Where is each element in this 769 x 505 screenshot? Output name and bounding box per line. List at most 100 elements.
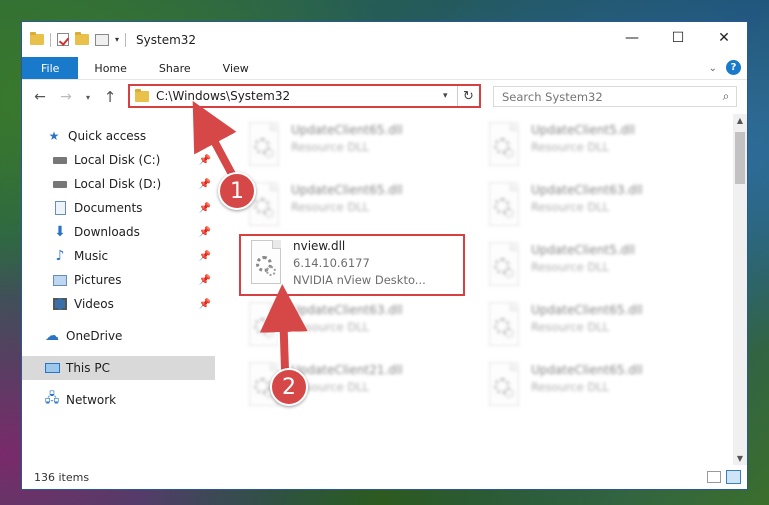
computer-icon [44, 361, 60, 375]
sidebar-item-label: OneDrive [66, 329, 123, 343]
ribbon-tabs: File Home Share View ⌄ ? [22, 57, 747, 80]
new-folder-icon[interactable] [75, 32, 89, 45]
back-arrow-icon[interactable]: ← [30, 89, 50, 105]
folder-icon [30, 32, 44, 45]
sidebar-item-label: Pictures [74, 273, 122, 287]
properties-check-icon[interactable] [57, 33, 69, 46]
file-item[interactable]: UpdateClient5.dll Resource DLL [479, 118, 705, 176]
pin-icon[interactable]: 📌 [199, 251, 211, 262]
sidebar-item-local-disk-c[interactable]: Local Disk (C:) 📌 [22, 148, 215, 172]
network-icon: 🖧 [44, 391, 60, 406]
pin-icon[interactable]: 📌 [199, 179, 211, 190]
sidebar-item-label: Network [66, 393, 117, 407]
sidebar-item-label: Quick access [68, 129, 147, 143]
file-item[interactable]: UpdateClient5.dll Resource DLL [479, 238, 705, 296]
pin-icon[interactable]: 📌 [199, 275, 211, 286]
file-explorer-window: ▾ System32 — ☐ ✕ File Home Share View ⌄ … [21, 21, 748, 490]
documents-icon [52, 201, 68, 215]
sidebar-item-pictures[interactable]: Pictures 📌 [22, 268, 215, 292]
sidebar-item-label: Music [74, 249, 109, 263]
file-item[interactable]: UpdateClient65.dll Resource DLL [239, 118, 465, 176]
up-arrow-icon[interactable]: ↑ [100, 88, 120, 106]
file-name: UpdateClient5.dll [531, 123, 635, 137]
sidebar-item-label: Documents [74, 201, 143, 215]
sidebar-item-label: Local Disk (D:) [74, 177, 162, 191]
item-count: 136 items [34, 470, 90, 484]
scroll-up-icon[interactable]: ▲ [733, 116, 747, 125]
sidebar-item-this-pc[interactable]: This PC [22, 356, 215, 380]
dll-file-icon [485, 122, 523, 170]
navigation-bar: ← → ▾ ↑ C:\Windows\System32 ▾ ↻ ⌕ [22, 80, 747, 114]
file-type: Resource DLL [291, 200, 370, 214]
sidebar-item-quick-access[interactable]: ★ Quick access [22, 124, 215, 148]
sidebar-item-documents[interactable]: Documents 📌 [22, 196, 215, 220]
pin-icon[interactable]: 📌 [199, 155, 211, 166]
file-name: UpdateClient5.dll [531, 243, 635, 257]
drive-icon [52, 153, 68, 167]
forward-arrow-icon[interactable]: → [56, 89, 76, 105]
file-type: Resource DLL [291, 320, 370, 334]
vertical-scrollbar[interactable]: ▲ ▼ [733, 114, 747, 465]
file-item[interactable]: UpdateClient63.dll Resource DLL [479, 178, 705, 236]
file-list: UpdateClient65.dll Resource DLL UpdateCli… [215, 114, 733, 465]
pin-icon[interactable]: 📌 [199, 299, 211, 310]
dll-file-icon [485, 362, 523, 410]
sidebar-item-videos[interactable]: Videos 📌 [22, 292, 215, 316]
scrollbar-thumb[interactable] [735, 132, 745, 184]
file-item[interactable]: UpdateClient63.dll Resource DLL [239, 298, 465, 356]
file-item-nview-dll[interactable]: nview.dll 6.14.10.6177 NVIDIA nView Deskto… [239, 234, 465, 296]
tab-home[interactable]: Home [78, 57, 142, 79]
status-bar: 136 items [22, 465, 747, 489]
refresh-icon[interactable]: ↻ [457, 86, 479, 106]
pin-icon[interactable]: 📌 [199, 227, 211, 238]
dll-file-icon [245, 302, 283, 350]
search-input[interactable] [502, 89, 716, 104]
search-box[interactable]: ⌕ [493, 86, 737, 107]
file-name: nview.dll [293, 239, 346, 253]
sidebar-item-local-disk-d[interactable]: Local Disk (D:) 📌 [22, 172, 215, 196]
recent-locations-chevron-icon[interactable]: ▾ [78, 93, 98, 102]
tab-file[interactable]: File [22, 57, 79, 79]
folder-icon [135, 88, 149, 102]
pin-icon[interactable]: 📌 [199, 203, 211, 214]
dll-file-icon [245, 122, 283, 170]
sidebar-item-label: Downloads [74, 225, 140, 239]
sidebar-item-downloads[interactable]: ⬇ Downloads 📌 [22, 220, 215, 244]
quick-access-toolbar: ▾ [30, 32, 127, 47]
file-type: Resource DLL [531, 380, 610, 394]
properties-icon[interactable] [95, 33, 109, 46]
dll-file-icon [485, 302, 523, 350]
minimize-button[interactable]: — [609, 22, 655, 54]
address-path[interactable]: C:\Windows\System32 [156, 89, 443, 103]
sidebar-item-onedrive[interactable]: ☁ OneDrive [22, 324, 215, 348]
sidebar-item-music[interactable]: ♪ Music 📌 [22, 244, 215, 268]
file-type: Resource DLL [531, 320, 610, 334]
sidebar-item-label: This PC [66, 361, 110, 375]
file-item[interactable]: UpdateClient65.dll Resource DLL [479, 298, 705, 356]
file-type: Resource DLL [531, 260, 610, 274]
expand-ribbon-icon[interactable]: ⌄ [709, 63, 717, 74]
file-item[interactable]: UpdateClient65.dll Resource DLL [479, 358, 705, 416]
search-icon: ⌕ [722, 89, 730, 103]
sidebar-item-network[interactable]: 🖧 Network [22, 388, 215, 412]
details-view-icon[interactable] [707, 471, 721, 483]
file-name: UpdateClient65.dll [531, 303, 643, 317]
customize-toolbar-icon[interactable]: ▾ [115, 35, 119, 44]
file-name: UpdateClient65.dll [531, 363, 643, 377]
file-type: Resource DLL [531, 140, 610, 154]
close-button[interactable]: ✕ [701, 22, 747, 54]
star-icon: ★ [48, 129, 60, 143]
file-name: UpdateClient21.dll [291, 363, 403, 377]
tab-view[interactable]: View [207, 57, 265, 79]
tab-share[interactable]: Share [143, 57, 207, 79]
file-name: UpdateClient65.dll [291, 183, 403, 197]
scroll-down-icon[interactable]: ▼ [733, 454, 747, 463]
chevron-down-icon[interactable]: ▾ [443, 91, 457, 101]
maximize-button[interactable]: ☐ [655, 22, 701, 54]
address-bar[interactable]: C:\Windows\System32 ▾ ↻ [128, 84, 481, 108]
help-icon[interactable]: ? [726, 60, 741, 75]
download-icon: ⬇ [54, 224, 66, 240]
large-icons-view-icon[interactable] [726, 470, 741, 484]
cloud-icon: ☁ [45, 328, 59, 344]
file-item[interactable]: UpdateClient65.dll Resource DLL [239, 178, 465, 236]
